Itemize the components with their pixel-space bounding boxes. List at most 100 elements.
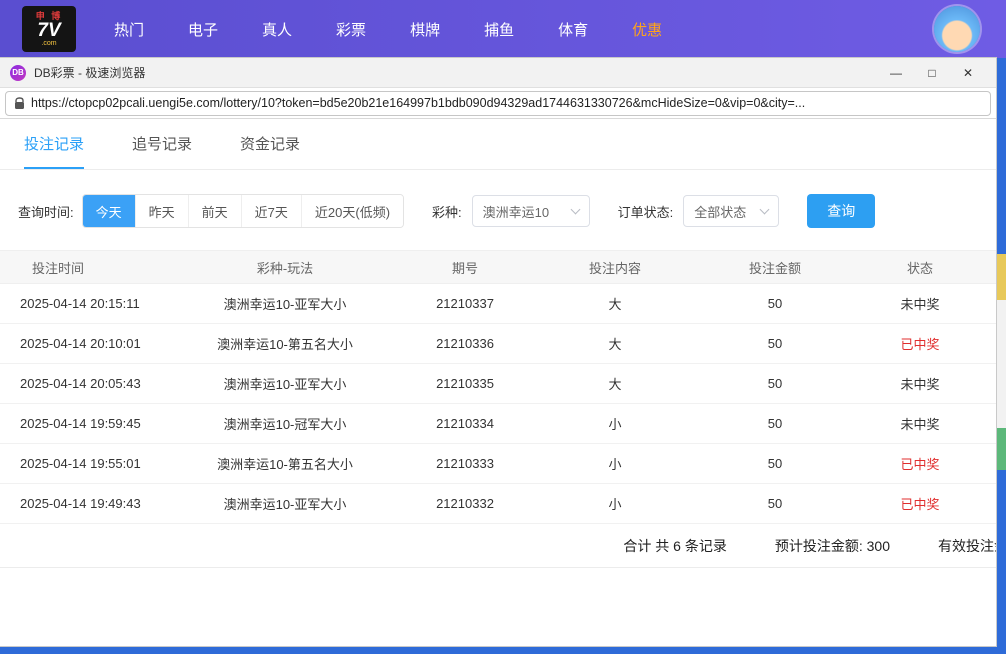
cell-bet-content: 小 xyxy=(530,454,700,473)
cell-issue: 21210333 xyxy=(400,456,530,471)
cell-play-type: 澳洲幸运10-第五名大小 xyxy=(170,334,400,353)
order-status-value: 全部状态 xyxy=(694,202,746,221)
time-option-7days[interactable]: 近7天 xyxy=(241,195,301,227)
header-bet-time: 投注时间 xyxy=(0,258,170,277)
header-bet-content: 投注内容 xyxy=(530,258,700,277)
time-option-today[interactable]: 今天 xyxy=(83,195,135,227)
screen: 申 博 7V .com 热门 电子 真人 彩票 棋牌 捕鱼 体育 优惠 DB D… xyxy=(0,0,1006,654)
cell-status: 已中奖 xyxy=(850,454,990,473)
browser-urlbar: https://ctopcp02pcali.uengi5e.com/lotter… xyxy=(0,88,996,119)
table-row[interactable]: 2025-04-14 20:10:01 澳洲幸运10-第五名大小 2121033… xyxy=(0,324,996,364)
cell-bet-amount: 50 xyxy=(700,336,850,351)
cell-play-type: 澳洲幸运10-亚军大小 xyxy=(170,494,400,513)
cell-status: 已中奖 xyxy=(850,494,990,513)
close-button[interactable]: ✕ xyxy=(950,59,986,87)
cell-issue: 21210337 xyxy=(400,296,530,311)
cell-issue: 21210336 xyxy=(400,336,530,351)
cell-bet-content: 大 xyxy=(530,334,700,353)
cell-bet-time: 2025-04-14 20:05:43 xyxy=(0,376,170,391)
window-controls: — □ ✕ xyxy=(878,59,986,87)
tab-fund-records[interactable]: 资金记录 xyxy=(240,119,300,169)
header-bet-amount: 投注金额 xyxy=(700,258,850,277)
background-page-bottom-edge xyxy=(0,646,1006,654)
header-status: 状态 xyxy=(850,258,990,277)
cell-bet-content: 小 xyxy=(530,494,700,513)
order-status-select[interactable]: 全部状态 xyxy=(683,195,779,227)
lottery-page: 投注记录 追号记录 资金记录 查询时间: 今天 昨天 前天 近7天 近20天(低… xyxy=(0,119,996,646)
table-row[interactable]: 2025-04-14 20:05:43 澳洲幸运10-亚军大小 21210335… xyxy=(0,364,996,404)
lottery-type-value: 澳洲幸运10 xyxy=(483,202,549,221)
window-title: DB彩票 - 极速浏览器 xyxy=(34,64,145,81)
cell-issue: 21210334 xyxy=(400,416,530,431)
time-range-group: 今天 昨天 前天 近7天 近20天(低频) xyxy=(82,194,404,228)
cell-bet-time: 2025-04-14 20:15:11 xyxy=(0,296,170,311)
maximize-button[interactable]: □ xyxy=(914,59,950,87)
chevron-down-icon xyxy=(570,205,580,215)
nav-item-lottery[interactable]: 彩票 xyxy=(336,19,366,40)
cell-bet-time: 2025-04-14 19:55:01 xyxy=(0,456,170,471)
cell-bet-amount: 50 xyxy=(700,456,850,471)
site-logo[interactable]: 申 博 7V .com xyxy=(22,6,76,52)
cell-bet-amount: 50 xyxy=(700,416,850,431)
filter-bar: 查询时间: 今天 昨天 前天 近7天 近20天(低频) 彩种: 澳洲幸运10 订… xyxy=(18,194,996,228)
bet-records-table: 投注时间 彩种-玩法 期号 投注内容 投注金额 状态 2025-04-14 20… xyxy=(0,250,996,524)
site-nav-menu: 热门 电子 真人 彩票 棋牌 捕鱼 体育 优惠 xyxy=(114,19,662,40)
summary-bar: 合计 共 6 条记录 预计投注金额: 300 有效投注金额 xyxy=(0,524,996,568)
cell-play-type: 澳洲幸运10-冠军大小 xyxy=(170,414,400,433)
tab-bet-records[interactable]: 投注记录 xyxy=(24,119,84,169)
cell-bet-content: 大 xyxy=(530,374,700,393)
cell-status: 未中奖 xyxy=(850,414,990,433)
cell-play-type: 澳洲幸运10-亚军大小 xyxy=(170,294,400,313)
logo-text-suffix: .com xyxy=(41,40,56,47)
browser-titlebar[interactable]: DB DB彩票 - 极速浏览器 — □ ✕ xyxy=(0,58,996,88)
time-option-20days-lowfreq[interactable]: 近20天(低频) xyxy=(301,195,403,227)
site-top-nav: 申 博 7V .com 热门 电子 真人 彩票 棋牌 捕鱼 体育 优惠 xyxy=(0,0,1006,58)
table-row[interactable]: 2025-04-14 19:49:43 澳洲幸运10-亚军大小 21210332… xyxy=(0,484,996,524)
time-option-yesterday[interactable]: 昨天 xyxy=(135,195,188,227)
cell-status: 已中奖 xyxy=(850,334,990,353)
lottery-type-select[interactable]: 澳洲幸运10 xyxy=(472,195,590,227)
nav-item-live[interactable]: 真人 xyxy=(262,19,292,40)
record-tabs: 投注记录 追号记录 资金记录 xyxy=(0,119,996,170)
table-row[interactable]: 2025-04-14 19:55:01 澳洲幸运10-第五名大小 2121033… xyxy=(0,444,996,484)
summary-expected-amount: 预计投注金额: 300 xyxy=(775,536,890,556)
cell-bet-time: 2025-04-14 19:49:43 xyxy=(0,496,170,511)
summary-total-records: 合计 共 6 条记录 xyxy=(623,536,726,556)
background-fragment xyxy=(996,254,1006,300)
cell-issue: 21210332 xyxy=(400,496,530,511)
cell-bet-content: 大 xyxy=(530,294,700,313)
header-play-type: 彩种-玩法 xyxy=(170,258,400,277)
nav-item-hot[interactable]: 热门 xyxy=(114,19,144,40)
cell-status: 未中奖 xyxy=(850,294,990,313)
cell-play-type: 澳洲幸运10-第五名大小 xyxy=(170,454,400,473)
minimize-button[interactable]: — xyxy=(878,59,914,87)
time-option-day-before[interactable]: 前天 xyxy=(188,195,241,227)
nav-item-fishing[interactable]: 捕鱼 xyxy=(484,19,514,40)
background-fragment xyxy=(996,300,1006,428)
chevron-down-icon xyxy=(760,205,770,215)
order-status-label: 订单状态: xyxy=(618,202,674,221)
nav-item-promotions[interactable]: 优惠 xyxy=(632,19,662,40)
background-fragment xyxy=(996,428,1006,470)
cell-bet-content: 小 xyxy=(530,414,700,433)
tab-chase-records[interactable]: 追号记录 xyxy=(132,119,192,169)
table-header-row: 投注时间 彩种-玩法 期号 投注内容 投注金额 状态 xyxy=(0,250,996,284)
user-avatar[interactable] xyxy=(934,6,980,52)
background-page-right-edge xyxy=(996,58,1006,654)
nav-item-sports[interactable]: 体育 xyxy=(558,19,588,40)
table-row[interactable]: 2025-04-14 19:59:45 澳洲幸运10-冠军大小 21210334… xyxy=(0,404,996,444)
query-time-label: 查询时间: xyxy=(18,202,74,221)
cell-bet-time: 2025-04-14 20:10:01 xyxy=(0,336,170,351)
cell-bet-time: 2025-04-14 19:59:45 xyxy=(0,416,170,431)
lock-icon xyxy=(14,97,25,110)
cell-play-type: 澳洲幸运10-亚军大小 xyxy=(170,374,400,393)
header-issue: 期号 xyxy=(400,258,530,277)
lottery-type-label: 彩种: xyxy=(432,202,462,221)
browser-window: DB DB彩票 - 极速浏览器 — □ ✕ https://ctopcp02pc… xyxy=(0,58,996,646)
table-row[interactable]: 2025-04-14 20:15:11 澳洲幸运10-亚军大小 21210337… xyxy=(0,284,996,324)
nav-item-chess[interactable]: 棋牌 xyxy=(410,19,440,40)
cell-bet-amount: 50 xyxy=(700,296,850,311)
search-button[interactable]: 查询 xyxy=(807,194,875,228)
address-bar[interactable]: https://ctopcp02pcali.uengi5e.com/lotter… xyxy=(5,91,991,116)
nav-item-electronic[interactable]: 电子 xyxy=(188,19,218,40)
